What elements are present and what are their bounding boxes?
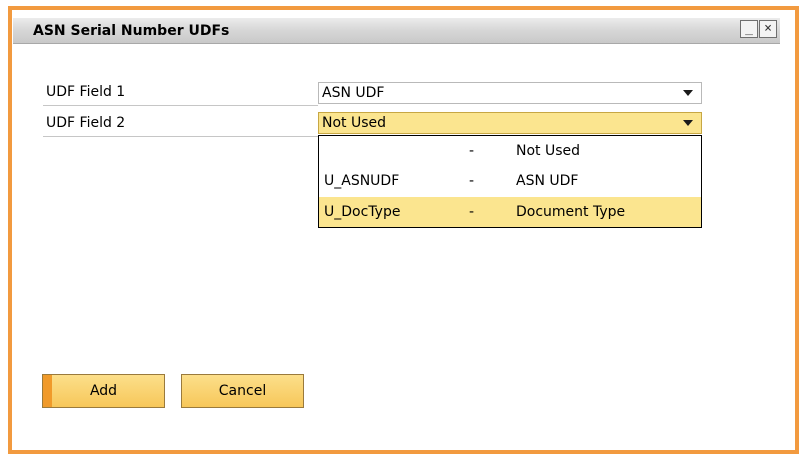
cancel-button-label: Cancel (218, 383, 267, 399)
minimize-button[interactable]: _ (740, 20, 758, 38)
window-title: ASN Serial Number UDFs (33, 23, 230, 39)
option-code: U_ASNUDF (324, 173, 400, 189)
option-separator: - (469, 204, 475, 220)
option-description: Not Used (516, 143, 581, 159)
option-separator: - (469, 143, 475, 159)
option-separator: - (469, 173, 475, 189)
udf-field-1-label: UDF Field 1 (46, 84, 126, 100)
add-button-label: Add (89, 383, 118, 399)
udf-field-2-label: UDF Field 2 (46, 115, 126, 131)
chevron-down-icon[interactable] (683, 120, 693, 126)
dropdown-option-asn-udf[interactable]: U_ASNUDF - ASN UDF (319, 166, 701, 196)
udf-field-2-combo[interactable]: Not Used (318, 112, 702, 134)
udf-field-2-underline (43, 136, 318, 137)
option-description: ASN UDF (516, 173, 579, 189)
option-description: Document Type (516, 204, 626, 220)
dropdown-option-not-used[interactable]: - Not Used (319, 136, 701, 166)
udf-field-1-combo[interactable]: Not Used ASN UDF (318, 82, 702, 104)
title-bar[interactable]: ASN Serial Number UDFs _ × (13, 18, 780, 44)
option-code: U_DocType (324, 204, 401, 220)
udf-field-1-value-text: ASN UDF (322, 85, 385, 101)
chevron-down-icon[interactable] (683, 90, 693, 96)
udf-field-1-underline (43, 105, 318, 106)
close-button[interactable]: × (759, 20, 777, 38)
udf-field-2-dropdown-list: - Not Used U_ASNUDF - ASN UDF U_DocType … (318, 135, 702, 228)
udf-field-2-value: Not Used (322, 115, 387, 131)
dropdown-option-document-type[interactable]: U_DocType - Document Type (319, 197, 701, 227)
add-button[interactable]: Add (42, 374, 165, 408)
dialog-content: UDF Field 1 Not Used ASN UDF UDF Field 2… (13, 45, 780, 447)
cancel-button[interactable]: Cancel (181, 374, 304, 408)
